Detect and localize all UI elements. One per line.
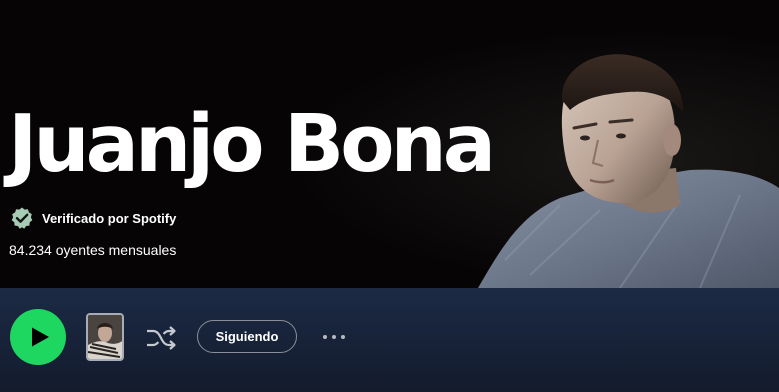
following-button[interactable]: Siguiendo (197, 320, 297, 353)
artist-preview-thumbnail[interactable] (86, 313, 124, 361)
artist-header: Juanjo Bona Verificado por Spotify 84.23… (0, 0, 779, 288)
verified-check-icon (11, 207, 33, 229)
artist-page: Juanjo Bona Verificado por Spotify 84.23… (0, 0, 779, 392)
action-bar: Siguiendo (0, 288, 779, 392)
artist-name: Juanjo Bona (8, 98, 496, 190)
more-options-button[interactable] (316, 324, 352, 350)
more-options-dot (332, 335, 336, 339)
play-button[interactable] (10, 309, 66, 365)
verified-badge: Verificado por Spotify (10, 206, 176, 230)
monthly-listeners: 84.234 oyentes mensuales (9, 242, 177, 258)
shuffle-button[interactable] (144, 323, 178, 353)
more-options-dot (341, 335, 345, 339)
shuffle-icon (147, 326, 176, 350)
play-icon (31, 327, 49, 347)
preview-image (88, 315, 122, 359)
more-options-icon (323, 335, 327, 339)
verified-label: Verificado por Spotify (42, 210, 177, 226)
